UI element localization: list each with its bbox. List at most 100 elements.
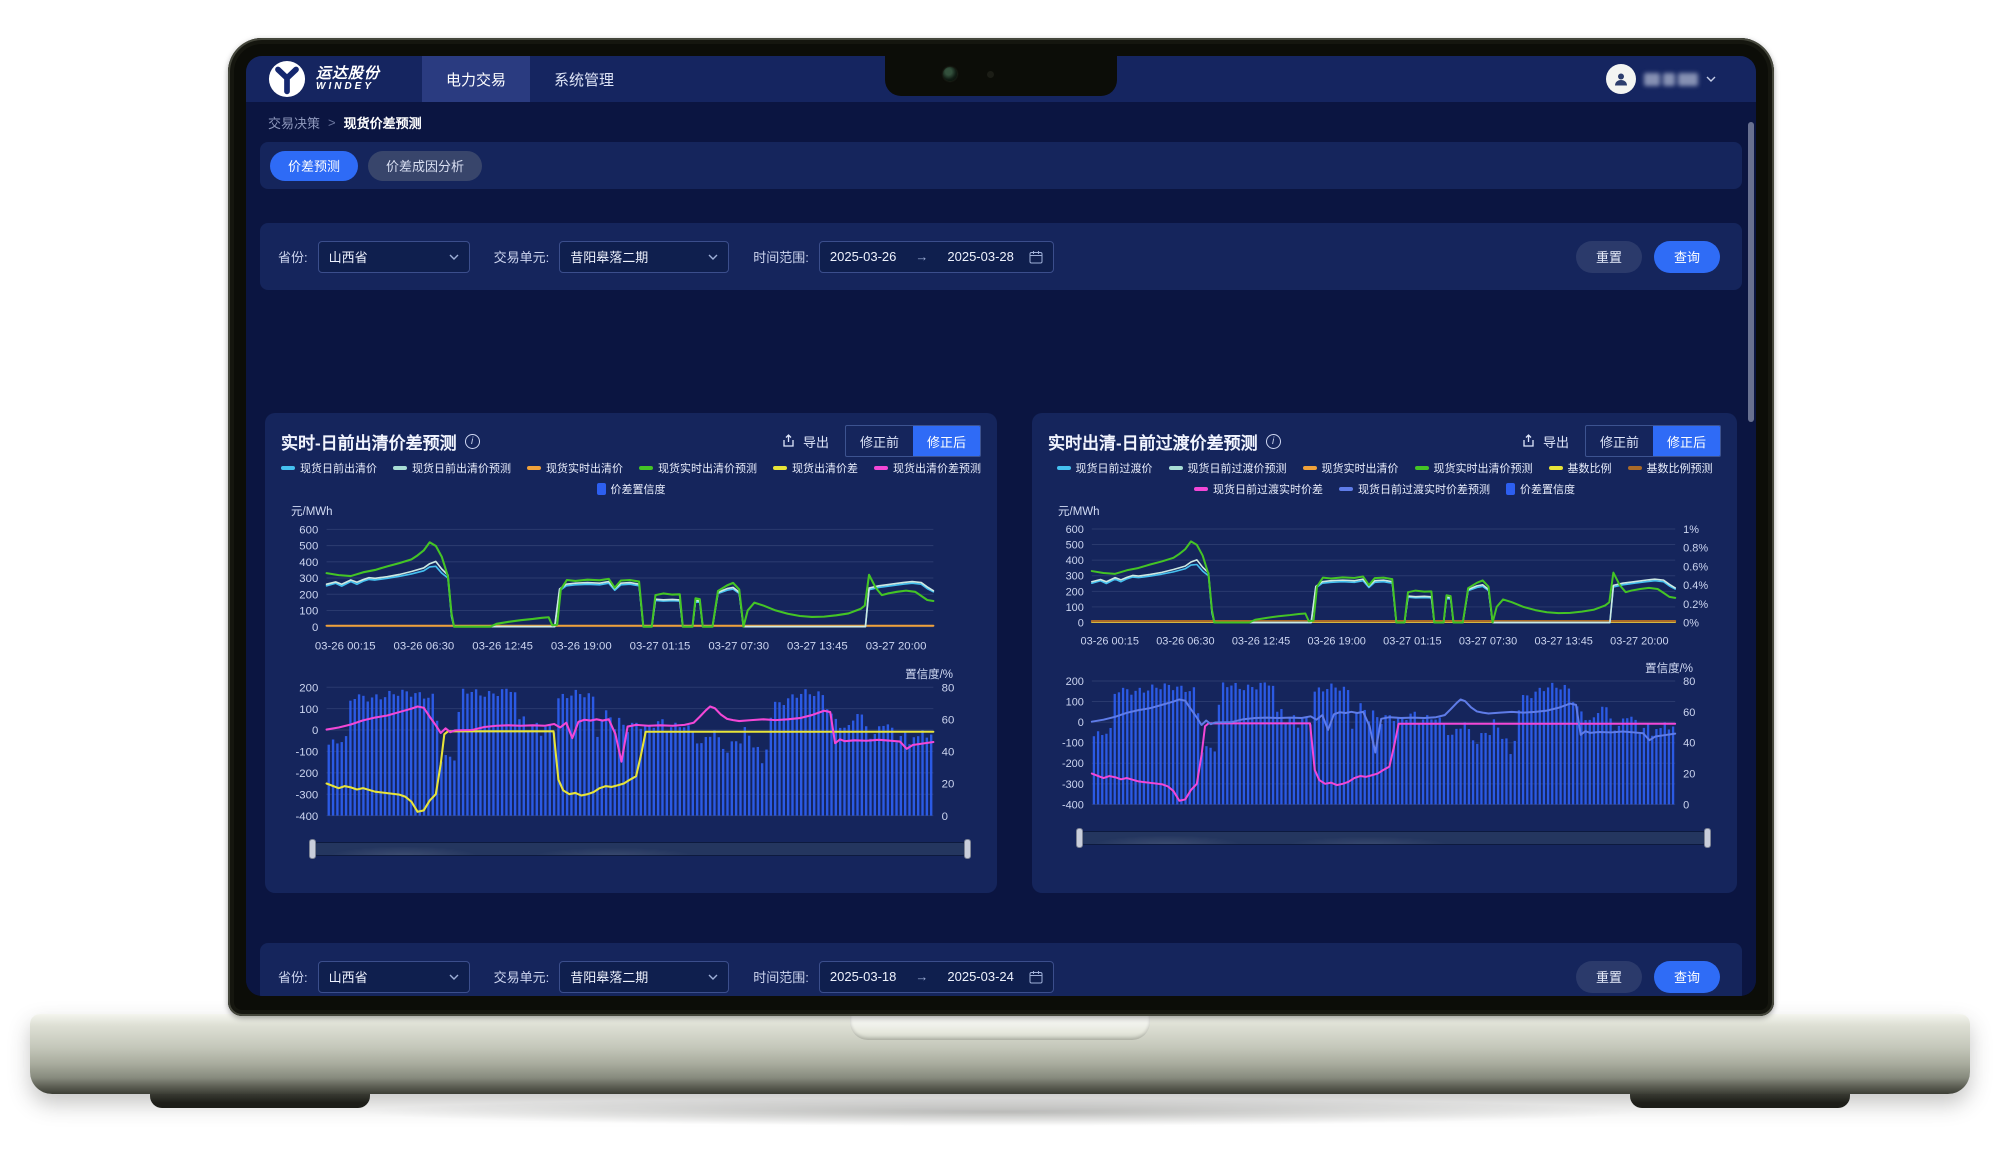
y-axis-tick: 200 <box>1066 676 1084 688</box>
date-range-picker[interactable]: 2025-03-26 → 2025-03-28 <box>819 241 1054 273</box>
info-icon[interactable] <box>1266 434 1281 449</box>
series-line <box>1092 700 1675 753</box>
after-correction-button[interactable]: 修正后 <box>1653 426 1720 456</box>
x-axis-tick: 03-27 07:30 <box>1459 635 1517 647</box>
right-axis-tick: 1% <box>1683 524 1699 536</box>
before-correction-button[interactable]: 修正前 <box>1586 426 1653 456</box>
start-date: 2025-03-26 <box>830 249 897 264</box>
y-axis-tick: 400 <box>1066 555 1084 567</box>
legend-item[interactable]: 现货实时出清价预测 <box>639 460 757 476</box>
province-select[interactable]: 山西省 <box>318 241 470 273</box>
avatar[interactable] <box>1606 64 1636 94</box>
legend-swatch <box>874 466 888 470</box>
legend-item[interactable]: 现货日前过渡价预测 <box>1169 460 1287 476</box>
export-button[interactable]: 导出 <box>1521 432 1569 451</box>
date-range-picker[interactable]: 2025-03-18 → 2025-03-24 <box>819 961 1054 993</box>
trading-unit-select[interactable]: 昔阳皋落二期 <box>559 961 729 993</box>
right-axis-tick: 0 <box>1683 800 1689 812</box>
chevron-down-icon <box>1706 76 1716 82</box>
legend-swatch <box>1339 487 1353 491</box>
query-button[interactable]: 查询 <box>1654 961 1720 993</box>
correction-toggle: 修正前 修正后 <box>1585 425 1721 457</box>
series-line <box>327 731 934 811</box>
legend-item[interactable]: 现货出清价差预测 <box>874 460 981 476</box>
breadcrumb-parent[interactable]: 交易决策 <box>268 113 320 132</box>
legend-item[interactable]: 基数比例 <box>1549 460 1612 476</box>
y-axis-tick: 400 <box>299 557 318 569</box>
confidence-axis-label: 置信度/% <box>281 666 981 681</box>
slider-handle-right[interactable] <box>1704 828 1711 848</box>
data-zoom-slider[interactable] <box>1078 831 1709 845</box>
mask-block <box>1663 73 1675 86</box>
legend-swatch <box>597 483 606 495</box>
calendar-icon <box>1029 250 1043 264</box>
info-icon[interactable] <box>465 434 480 449</box>
tab-spread-cause-analysis[interactable]: 价差成因分析 <box>368 151 482 181</box>
upper-line-chart: 600500400300200100003-26 00:1503-26 06:3… <box>281 519 981 664</box>
data-zoom-slider[interactable] <box>311 842 969 856</box>
legend-item[interactable]: 现货日前过渡实时价差 <box>1194 481 1323 497</box>
legend-item[interactable]: 现货日前出清价 <box>281 460 377 476</box>
legend-item[interactable]: 现货实时出清价 <box>1303 460 1399 476</box>
brand-logo[interactable]: 运达股份 WINDEY <box>268 60 380 98</box>
menu-item-power-trading[interactable]: 电力交易 <box>422 56 530 102</box>
filter-actions: 重置 查询 <box>1576 241 1724 273</box>
range-arrow: → <box>911 249 932 264</box>
y-axis-tick: 100 <box>299 606 318 618</box>
trading-unit-select[interactable]: 昔阳皋落二期 <box>559 241 729 273</box>
y-axis-tick: -400 <box>296 811 319 823</box>
y-axis-tick: 300 <box>1066 571 1084 583</box>
legend-item[interactable]: 现货出清价差 <box>773 460 858 476</box>
correction-toggle: 修正前 修正后 <box>845 425 981 457</box>
lid-scoop <box>850 1014 1150 1040</box>
x-axis-tick: 03-26 06:30 <box>394 640 455 652</box>
export-button[interactable]: 导出 <box>781 432 829 451</box>
right-axis-tick: 20 <box>1683 769 1695 781</box>
right-axis-tick: 20 <box>942 779 955 791</box>
slider-handle-left[interactable] <box>309 839 316 859</box>
legend-swatch <box>393 466 407 470</box>
legend-swatch <box>639 466 653 470</box>
tab-spread-forecast[interactable]: 价差预测 <box>270 151 358 181</box>
series-line <box>1092 724 1675 801</box>
right-axis-tick: 0% <box>1683 618 1699 630</box>
time-range-label: 时间范围: <box>753 967 809 986</box>
legend-item[interactable]: 现货日前过渡实时价差预测 <box>1339 481 1490 497</box>
before-correction-button[interactable]: 修正前 <box>846 426 913 456</box>
after-correction-button[interactable]: 修正后 <box>913 426 980 456</box>
y-axis-tick: -100 <box>296 747 319 759</box>
x-axis-tick: 03-27 01:15 <box>630 640 691 652</box>
legend-item[interactable]: 基数比例预测 <box>1628 460 1713 476</box>
x-axis-tick: 03-26 19:00 <box>1308 635 1366 647</box>
confidence-axis-label: 置信度/% <box>1048 660 1721 675</box>
province-select[interactable]: 山西省 <box>318 961 470 993</box>
legend-item[interactable]: 价差置信度 <box>597 481 666 497</box>
camera-notch <box>885 54 1117 96</box>
y-axis-tick: 500 <box>299 541 318 553</box>
confidence-bars <box>328 689 933 816</box>
menu-item-system-management[interactable]: 系统管理 <box>530 56 638 102</box>
page-scrollbar[interactable] <box>1748 122 1754 422</box>
legend-label: 现货日前过渡价预测 <box>1188 460 1287 476</box>
legend-item[interactable]: 现货日前出清价预测 <box>393 460 511 476</box>
legend-label: 现货出清价差预测 <box>893 460 981 476</box>
slider-handle-right[interactable] <box>964 839 971 859</box>
legend-item[interactable]: 价差置信度 <box>1506 481 1575 497</box>
user-menu[interactable] <box>1606 64 1716 94</box>
export-icon <box>1521 433 1537 449</box>
time-range-label: 时间范围: <box>753 247 809 266</box>
legend-label: 现货实时出清价 <box>546 460 623 476</box>
reset-button[interactable]: 重置 <box>1576 241 1642 273</box>
x-axis-tick: 03-26 19:00 <box>551 640 612 652</box>
breadcrumb-current: 现货价差预测 <box>344 113 422 132</box>
range-arrow: → <box>911 969 932 984</box>
chart-legend: 现货日前出清价现货日前出清价预测 现货实时出清价现货实时出清价预测现货出清价差 现货… <box>281 457 981 499</box>
y-axis-tick: 0 <box>312 622 318 634</box>
legend-item[interactable]: 现货实时出清价 <box>527 460 623 476</box>
reset-button[interactable]: 重置 <box>1576 961 1642 993</box>
query-button[interactable]: 查询 <box>1654 241 1720 273</box>
legend-item[interactable]: 现货日前过渡价 <box>1057 460 1153 476</box>
legend-item[interactable]: 现货实时出清价预测 <box>1415 460 1533 476</box>
slider-handle-left[interactable] <box>1076 828 1083 848</box>
province-label: 省份: <box>278 967 308 986</box>
